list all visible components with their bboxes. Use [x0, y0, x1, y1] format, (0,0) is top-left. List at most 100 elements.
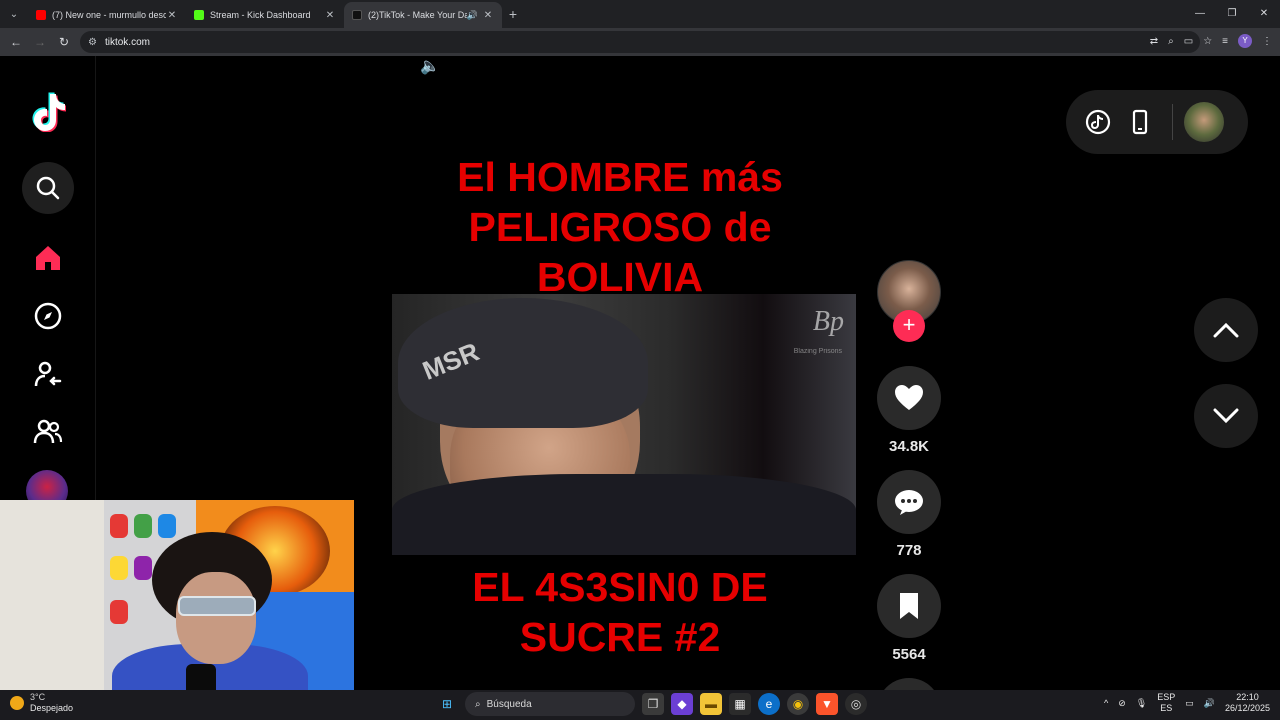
browser-toolbar: ← → ↻ ⚙ tiktok.com ⇄ ⌕ ▭ ☆ ≡ Y ⋮	[0, 28, 1280, 56]
save-count: 5564	[892, 646, 926, 663]
toy-figure	[110, 556, 128, 580]
back-icon[interactable]: ←	[4, 35, 28, 49]
background-door	[0, 500, 104, 698]
chevron-up-icon[interactable]: ^	[1104, 698, 1108, 708]
taskbar-search[interactable]: ⌕ Búsqueda	[465, 692, 635, 716]
tab-title: Stream - Kick Dashboard	[210, 10, 311, 20]
close-window-icon[interactable]: ✕	[1248, 0, 1280, 28]
task-view-icon[interactable]: ❐	[642, 693, 664, 715]
media-control-icon[interactable]: ≡	[1222, 36, 1228, 47]
tab-title: (7) New one - murmullo descu	[52, 10, 166, 20]
phone-icon[interactable]	[1126, 108, 1154, 136]
toy-figure	[134, 514, 152, 538]
volume-icon[interactable]: 🔊	[1204, 698, 1215, 709]
tab-tiktok[interactable]: (2)TikTok - Make Your Day 🔊 ✕	[344, 2, 502, 28]
window-controls: — ❐ ✕	[1184, 0, 1280, 28]
toy-figure	[134, 556, 152, 580]
save-button[interactable]	[877, 574, 941, 638]
lang-top: ESP	[1157, 692, 1176, 702]
following-icon	[34, 361, 62, 387]
display-icon[interactable]: ▭	[1185, 698, 1194, 709]
clock-time: 22:10	[1236, 692, 1259, 702]
tab-title: (2)TikTok - Make Your Day	[368, 10, 467, 20]
account-avatar[interactable]	[1184, 102, 1224, 142]
video-title-top: El HOMBRE más PELIGROSO de BOLIVIA	[457, 154, 783, 300]
streamer-face	[176, 572, 256, 664]
forward-icon[interactable]: →	[28, 35, 52, 49]
profile-avatar[interactable]: Y	[1238, 34, 1252, 48]
zoom-icon[interactable]: ⌕	[1168, 36, 1174, 47]
next-video-button[interactable]	[1194, 384, 1258, 448]
toy-figure	[110, 514, 128, 538]
kick-favicon-icon	[194, 10, 204, 20]
edge-icon[interactable]: e	[758, 693, 780, 715]
browser-tabbar: ⌄ (7) New one - murmullo descu ✕ Stream …	[0, 0, 1280, 28]
file-explorer-icon[interactable]: ▬	[700, 693, 722, 715]
video-watermark-sub: Blazing Prisons	[793, 348, 842, 355]
tab-youtube[interactable]: (7) New one - murmullo descu ✕	[28, 2, 186, 28]
reload-icon[interactable]: ↻	[52, 35, 76, 49]
new-tab-button[interactable]: +	[502, 6, 524, 22]
weather-temp: 3°C	[30, 692, 46, 702]
divider	[1172, 104, 1173, 140]
clock-date: 26/12/2025	[1224, 703, 1270, 713]
url-text: tiktok.com	[104, 36, 150, 48]
tiktok-favicon-icon	[352, 10, 362, 20]
store-icon[interactable]: ▦	[729, 693, 751, 715]
network-off-icon[interactable]: ⊘	[1118, 698, 1126, 709]
language-indicator[interactable]: ESP ES	[1157, 692, 1175, 714]
streamer-glasses	[178, 596, 256, 616]
search-icon: ⌕	[475, 698, 481, 710]
comment-count: 778	[896, 542, 922, 559]
mute-icon[interactable]: 🔈	[420, 56, 440, 76]
system-tray: ^ ⊘ 🎙 ESP ES ▭ 🔊 22:10 26/12/2025	[1104, 692, 1270, 714]
compass-icon	[34, 302, 62, 330]
cast-icon[interactable]: ▭	[1184, 36, 1193, 47]
home-icon	[36, 246, 60, 270]
tiktok-logo-icon[interactable]	[30, 92, 66, 132]
chrome-icon[interactable]: ◉	[787, 693, 809, 715]
search-button[interactable]	[22, 162, 74, 214]
youtube-favicon-icon	[36, 10, 46, 20]
obs-icon[interactable]: ◎	[845, 693, 867, 715]
close-tab-icon[interactable]: ✕	[482, 10, 494, 21]
tab-search-icon[interactable]: ⌄	[0, 0, 28, 28]
nav-explore[interactable]	[22, 290, 74, 342]
toolbar-actions: ⇄ ⌕ ▭ ☆ ≡ Y ⋮	[1150, 34, 1272, 48]
comment-button[interactable]	[877, 470, 941, 534]
nav-friends[interactable]	[22, 406, 74, 458]
nav-home[interactable]	[22, 232, 74, 284]
minimize-icon[interactable]: —	[1184, 0, 1216, 28]
translate-icon[interactable]: ⇄	[1150, 36, 1158, 47]
search-placeholder: Búsqueda	[486, 698, 532, 710]
follow-button[interactable]: +	[893, 310, 925, 342]
weather-label: Despejado	[30, 703, 74, 713]
tab-kick[interactable]: Stream - Kick Dashboard ✕	[186, 2, 344, 28]
microphone-icon[interactable]: 🎙	[1136, 698, 1147, 709]
brave-icon[interactable]: ▼	[816, 693, 838, 715]
close-tab-icon[interactable]: ✕	[166, 10, 178, 21]
bookmark-star-icon[interactable]: ☆	[1203, 36, 1212, 47]
toy-figure	[110, 600, 128, 624]
bookmark-icon	[900, 593, 918, 619]
tiktok-coin-icon[interactable]	[1084, 108, 1112, 136]
like-button[interactable]	[877, 366, 941, 430]
taskbar-apps: ⊞ ⌕ Búsqueda ❐ ◆ ▬ ▦ e ◉ ▼ ◎	[436, 692, 867, 716]
address-bar[interactable]: ⚙ tiktok.com	[80, 31, 1200, 53]
nav-following[interactable]	[22, 348, 74, 400]
video-title-bottom: EL 4S3SIN0 DE SUCRE #2	[472, 564, 768, 660]
clock[interactable]: 22:10 26/12/2025	[1225, 692, 1270, 714]
video-player[interactable]: MSR Bp Blazing Prisons	[392, 294, 856, 555]
menu-icon[interactable]: ⋮	[1262, 36, 1272, 47]
toy-figure	[158, 514, 176, 538]
close-tab-icon[interactable]: ✕	[324, 10, 336, 21]
copilot-icon[interactable]: ◆	[671, 693, 693, 715]
previous-video-button[interactable]	[1194, 298, 1258, 362]
windows-start-icon[interactable]: ⊞	[436, 693, 458, 715]
comment-icon	[895, 490, 923, 515]
site-info-icon[interactable]: ⚙	[88, 37, 97, 48]
restore-icon[interactable]: ❐	[1216, 0, 1248, 28]
speaker-icon[interactable]: 🔊	[467, 10, 478, 21]
weather-widget[interactable]: 3°C Despejado	[10, 692, 73, 714]
windows-taskbar: 3°C Despejado ⊞ ⌕ Búsqueda ❐ ◆ ▬ ▦ e ◉ ▼…	[0, 690, 1280, 720]
